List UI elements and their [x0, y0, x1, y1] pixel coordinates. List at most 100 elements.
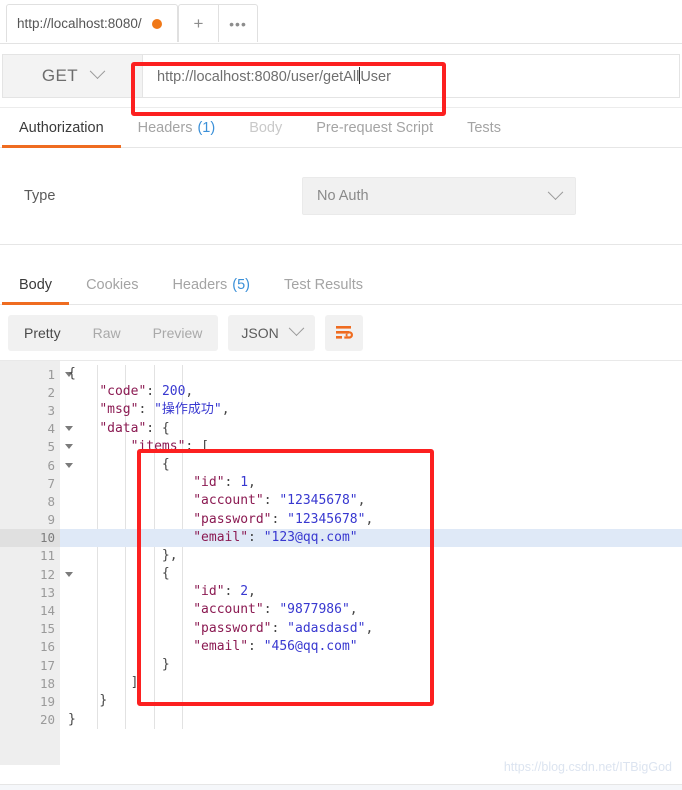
json-token-p: : [138, 402, 155, 418]
bottom-status-bar [0, 784, 682, 790]
tab-headers[interactable]: Headers (5) [155, 265, 267, 304]
json-token-p: : { [146, 420, 170, 436]
line-number: 4 [0, 420, 73, 438]
json-code-content[interactable]: { "code": 200, "msg": "操作成功", "data": { … [60, 361, 682, 765]
tab-body[interactable]: Body [2, 265, 70, 305]
view-pretty[interactable]: Pretty [8, 315, 77, 351]
line-number-gutter: 1 2 3 4 5 6 7 8 9 10 11 12 13 14 15 16 17 18 19 20 [0, 361, 73, 765]
json-token-p: , [221, 402, 230, 418]
code-line: { [60, 565, 682, 583]
watermark: https://blog.csdn.net/ITBigGod [503, 760, 672, 774]
json-token-n: 200 [161, 384, 186, 400]
json-token-p: , [357, 493, 366, 509]
json-token-p: , [185, 384, 194, 400]
auth-type-value: No Auth [317, 188, 369, 204]
url-input[interactable]: http://localhost:8080/user/getAllUser [142, 53, 680, 98]
auth-type-label: Type [24, 188, 56, 204]
http-method-label: GET [41, 65, 79, 85]
tab-label: Cookies [86, 276, 139, 293]
response-format-toolbar: Pretty Raw Preview JSON [0, 305, 682, 361]
line-number: 10 [0, 528, 60, 547]
view-preview[interactable]: Preview [137, 315, 219, 351]
line-number: 2 [47, 384, 55, 400]
request-tab-active[interactable]: http://localhost:8080/ [6, 4, 178, 42]
wrap-text-icon [335, 325, 353, 339]
json-token-s: "12345678" [287, 511, 366, 527]
line-number: 12 [0, 565, 73, 583]
code-line: "msg": "操作成功", [60, 401, 682, 419]
code-line: } [60, 692, 682, 710]
response-language-select[interactable]: JSON [228, 314, 315, 351]
json-token-p: : [271, 620, 288, 636]
view-raw[interactable]: Raw [77, 315, 137, 351]
tab-authorization[interactable]: Authorization [2, 108, 121, 148]
ellipsis-icon: ••• [229, 15, 247, 32]
request-tab-strip: http://localhost:8080/ + ••• [0, 0, 682, 44]
line-number: 11 [39, 548, 55, 564]
code-line: "email": "123@qq.com" [60, 528, 682, 547]
code-line: "id": 1, [60, 474, 682, 492]
json-token-k: "password" [193, 620, 272, 636]
json-token-p: : [146, 384, 162, 400]
request-tab-title: http://localhost:8080/ [17, 16, 142, 31]
postman-window: http://localhost:8080/ + ••• GET http://… [0, 0, 682, 790]
tab-pre-request-script[interactable]: Pre-request Script [299, 108, 450, 147]
code-line: "id": 2, [60, 583, 682, 601]
code-line: "items": [ [60, 438, 682, 456]
json-token-k: "password" [193, 511, 272, 527]
wrap-text-button[interactable] [324, 314, 363, 351]
json-token-s: "123@qq.com" [263, 529, 358, 545]
line-number: 17 [39, 657, 55, 673]
tab-tests[interactable]: Tests [450, 108, 518, 147]
json-token-p: : [271, 511, 288, 527]
code-line: }, [60, 547, 682, 565]
code-line: { [60, 365, 682, 383]
tab-body[interactable]: Body [232, 108, 299, 147]
unsaved-changes-dot [151, 18, 162, 29]
json-token-k: "id" [193, 475, 225, 491]
json-token-p: { [161, 456, 170, 472]
tab-test-results[interactable]: Test Results [267, 265, 380, 304]
code-line: "password": "12345678", [60, 511, 682, 529]
code-line: ] [60, 674, 682, 692]
tab-options-button[interactable]: ••• [218, 4, 258, 42]
json-token-p: , [365, 511, 374, 527]
code-line: "email": "456@qq.com" [60, 638, 682, 656]
tab-cookies[interactable]: Cookies [69, 265, 155, 304]
tab-label: Tests [467, 119, 501, 136]
http-method-select[interactable]: GET [2, 53, 142, 98]
code-line: } [60, 656, 682, 674]
line-number: 8 [47, 493, 55, 509]
response-body-viewer[interactable]: 1 2 3 4 5 6 7 8 9 10 11 12 13 14 15 16 17 18 19 20 { "code"… [0, 361, 682, 765]
chevron-down-icon [89, 63, 106, 80]
json-token-p: : [263, 493, 280, 509]
response-section-tabs: Body Cookies Headers (5) Test Results [0, 265, 682, 305]
json-token-p: : [263, 602, 280, 618]
url-bar-row: GET http://localhost:8080/user/getAllUse… [0, 44, 682, 108]
line-number: 1 [0, 365, 73, 383]
new-tab-button[interactable]: + [178, 4, 218, 42]
json-token-k: "account" [193, 493, 264, 509]
json-token-s: "操作成功" [154, 402, 222, 418]
tab-label: Headers [172, 276, 228, 293]
json-token-p: }, [161, 547, 178, 563]
tab-label: Headers [137, 119, 193, 136]
code-line: "password": "adasdasd", [60, 620, 682, 638]
tab-count-badge: (1) [197, 119, 216, 136]
auth-type-select[interactable]: No Auth [302, 177, 576, 215]
json-token-p: , [349, 602, 358, 618]
json-token-p: ] [130, 675, 139, 691]
response-view-switcher: Pretty Raw Preview [8, 314, 219, 351]
code-line: "account": "12345678", [60, 492, 682, 510]
json-token-p: : [ [185, 438, 209, 454]
json-token-s: "456@qq.com" [263, 638, 358, 654]
line-number: 9 [47, 512, 55, 528]
json-token-k: "id" [193, 584, 225, 600]
plus-icon: + [193, 13, 204, 33]
json-token-k: "items" [130, 438, 186, 454]
tab-headers[interactable]: Headers (1) [121, 108, 233, 147]
tab-count-badge: (5) [232, 276, 250, 293]
json-token-p: , [365, 620, 374, 636]
json-token-k: "data" [99, 420, 147, 436]
json-token-k: "code" [99, 384, 147, 400]
